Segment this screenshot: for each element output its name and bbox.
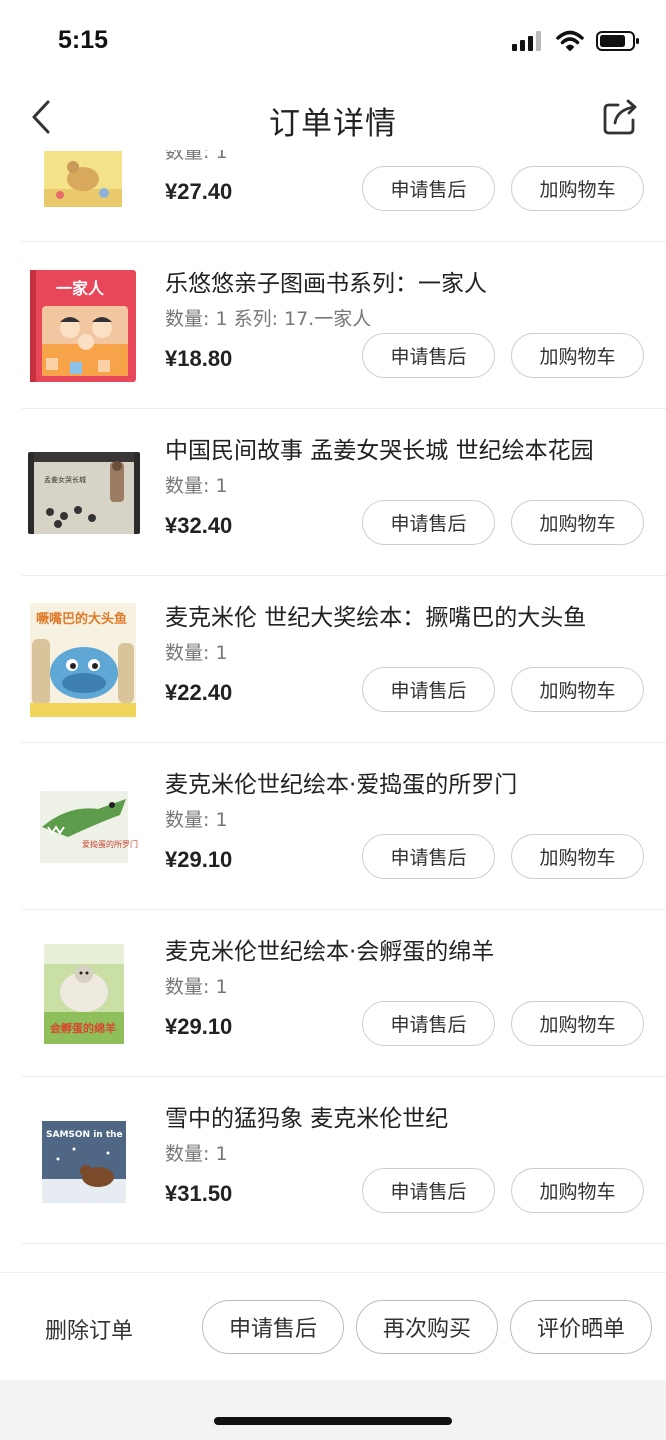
item-price: ¥32.40 xyxy=(165,513,233,538)
add-to-cart-button[interactable]: 加购物车 xyxy=(511,333,644,378)
item-title[interactable]: 乐悠悠亲子图画书系列：一家人 xyxy=(165,264,487,298)
add-to-cart-button[interactable]: 加购物车 xyxy=(511,1001,644,1046)
add-to-cart-button[interactable]: 加购物车 xyxy=(511,834,644,879)
after-sale-button[interactable]: 申请售后 xyxy=(362,500,495,545)
item-price: ¥29.10 xyxy=(165,847,233,872)
item-quantity: 数量: 1 xyxy=(165,475,228,497)
order-item: 孟姜女哭长城 中国民间故事 孟姜女哭长城 世纪绘本花园 数量: 1 ¥32.40… xyxy=(0,409,666,576)
divider xyxy=(22,1243,666,1244)
item-title[interactable]: 雪中的猛犸象 麦克米伦世纪 xyxy=(165,1099,448,1133)
signal-icon xyxy=(512,31,541,51)
item-price: ¥27.40 xyxy=(165,179,233,204)
after-sale-button[interactable]: 申请售后 xyxy=(362,333,495,378)
book-cover-image: 一家人 xyxy=(28,270,140,382)
item-price: ¥31.50 xyxy=(165,1181,233,1206)
book-cover-image: 会孵蛋的绵羊 xyxy=(28,942,140,1046)
buy-again-button[interactable]: 再次购买 xyxy=(356,1300,498,1354)
item-quantity: 数量: 1 系列: 17.一家人 xyxy=(165,308,372,330)
item-price: ¥29.10 xyxy=(165,1014,233,1039)
book-cover-image xyxy=(28,151,140,211)
book-cover-image: SAMSON in the SNOW 雪中的猛犸象 xyxy=(28,1119,140,1205)
item-title[interactable]: 麦克米伦 世纪大奖绘本：撅嘴巴的大头鱼 xyxy=(165,598,586,632)
cover-title: 一家人 xyxy=(56,279,105,298)
battery-icon xyxy=(596,31,639,51)
item-title[interactable]: 中国民间故事 孟姜女哭长城 世纪绘本花园 xyxy=(165,431,594,465)
item-quantity: 数量: 1 xyxy=(165,976,228,998)
add-to-cart-button[interactable]: 加购物车 xyxy=(511,500,644,545)
book-cover-image: 孟姜女哭长城 xyxy=(28,452,140,534)
order-after-sale-button[interactable]: 申请售后 xyxy=(202,1300,344,1354)
item-title[interactable]: 麦克米伦世纪绘本·爱捣蛋的所罗门 xyxy=(165,765,517,799)
item-quantity: 数量: 1 xyxy=(165,809,228,831)
review-button[interactable]: 评价晒单 xyxy=(510,1300,652,1354)
home-indicator-area xyxy=(0,1380,666,1440)
order-item: 会孵蛋的绵羊 麦克米伦世纪绘本·会孵蛋的绵羊 数量: 1 ¥29.10 申请售后… xyxy=(0,910,666,1077)
page-title: 订单详情 xyxy=(269,106,397,142)
book-cover-image: 爱捣蛋的所罗门 xyxy=(28,787,140,867)
item-quantity: 数量: 1 xyxy=(165,150,228,163)
status-bar: 5:15 xyxy=(0,0,666,84)
order-item: 一家人 乐悠悠亲子图画书系列：一家人 数量: 1 系列: 17.一家人 ¥18.… xyxy=(0,242,666,409)
add-to-cart-button[interactable]: 加购物车 xyxy=(511,1168,644,1213)
cover-title: 会孵蛋的绵羊 xyxy=(50,1021,116,1035)
order-item: 噘嘴巴的大头鱼 麦克米伦 世纪大奖绘本：撅嘴巴的大头鱼 数量: 1 ¥22.40… xyxy=(0,576,666,743)
share-icon xyxy=(603,99,637,135)
status-icons xyxy=(512,30,640,52)
delete-order-button[interactable]: 删除订单 xyxy=(45,1313,133,1345)
bottom-action-bar: 删除订单 申请售后 再次购买 评价晒单 xyxy=(0,1272,666,1380)
nav-bar: 订单详情 xyxy=(0,84,666,150)
status-time: 5:15 xyxy=(58,26,109,54)
item-quantity: 数量: 1 xyxy=(165,642,228,664)
item-price: ¥18.80 xyxy=(165,346,233,371)
book-cover-image: 噘嘴巴的大头鱼 xyxy=(28,603,140,717)
order-item: 数量: 1 ¥27.40 申请售后 加购物车 xyxy=(0,150,666,242)
order-item: SAMSON in the SNOW 雪中的猛犸象 雪中的猛犸象 麦克米伦世纪 … xyxy=(0,1077,666,1244)
add-to-cart-button[interactable]: 加购物车 xyxy=(511,667,644,712)
after-sale-button[interactable]: 申请售后 xyxy=(362,1168,495,1213)
cover-title: 爱捣蛋的所罗门 xyxy=(82,839,138,849)
wifi-icon xyxy=(556,30,584,51)
share-button[interactable] xyxy=(602,98,640,136)
add-to-cart-button[interactable]: 加购物车 xyxy=(511,166,644,211)
item-price: ¥22.40 xyxy=(165,680,233,705)
cover-title: SAMSON in the SNOW 雪中的猛犸象 xyxy=(46,1128,140,1140)
item-title[interactable]: 麦克米伦世纪绘本·会孵蛋的绵羊 xyxy=(165,932,494,966)
cover-title: 孟姜女哭长城 xyxy=(44,475,86,484)
cover-title: 噘嘴巴的大头鱼 xyxy=(36,611,127,627)
item-quantity: 数量: 1 xyxy=(165,1143,228,1165)
home-indicator[interactable] xyxy=(214,1417,452,1425)
after-sale-button[interactable]: 申请售后 xyxy=(362,834,495,879)
after-sale-button[interactable]: 申请售后 xyxy=(362,1001,495,1046)
after-sale-button[interactable]: 申请售后 xyxy=(362,166,495,211)
order-item: 爱捣蛋的所罗门 麦克米伦世纪绘本·爱捣蛋的所罗门 数量: 1 ¥29.10 申请… xyxy=(0,743,666,910)
after-sale-button[interactable]: 申请售后 xyxy=(362,667,495,712)
order-item-list: 数量: 1 ¥27.40 申请售后 加购物车 一家人 乐悠悠亲子图画书系列：一家… xyxy=(0,150,666,1272)
